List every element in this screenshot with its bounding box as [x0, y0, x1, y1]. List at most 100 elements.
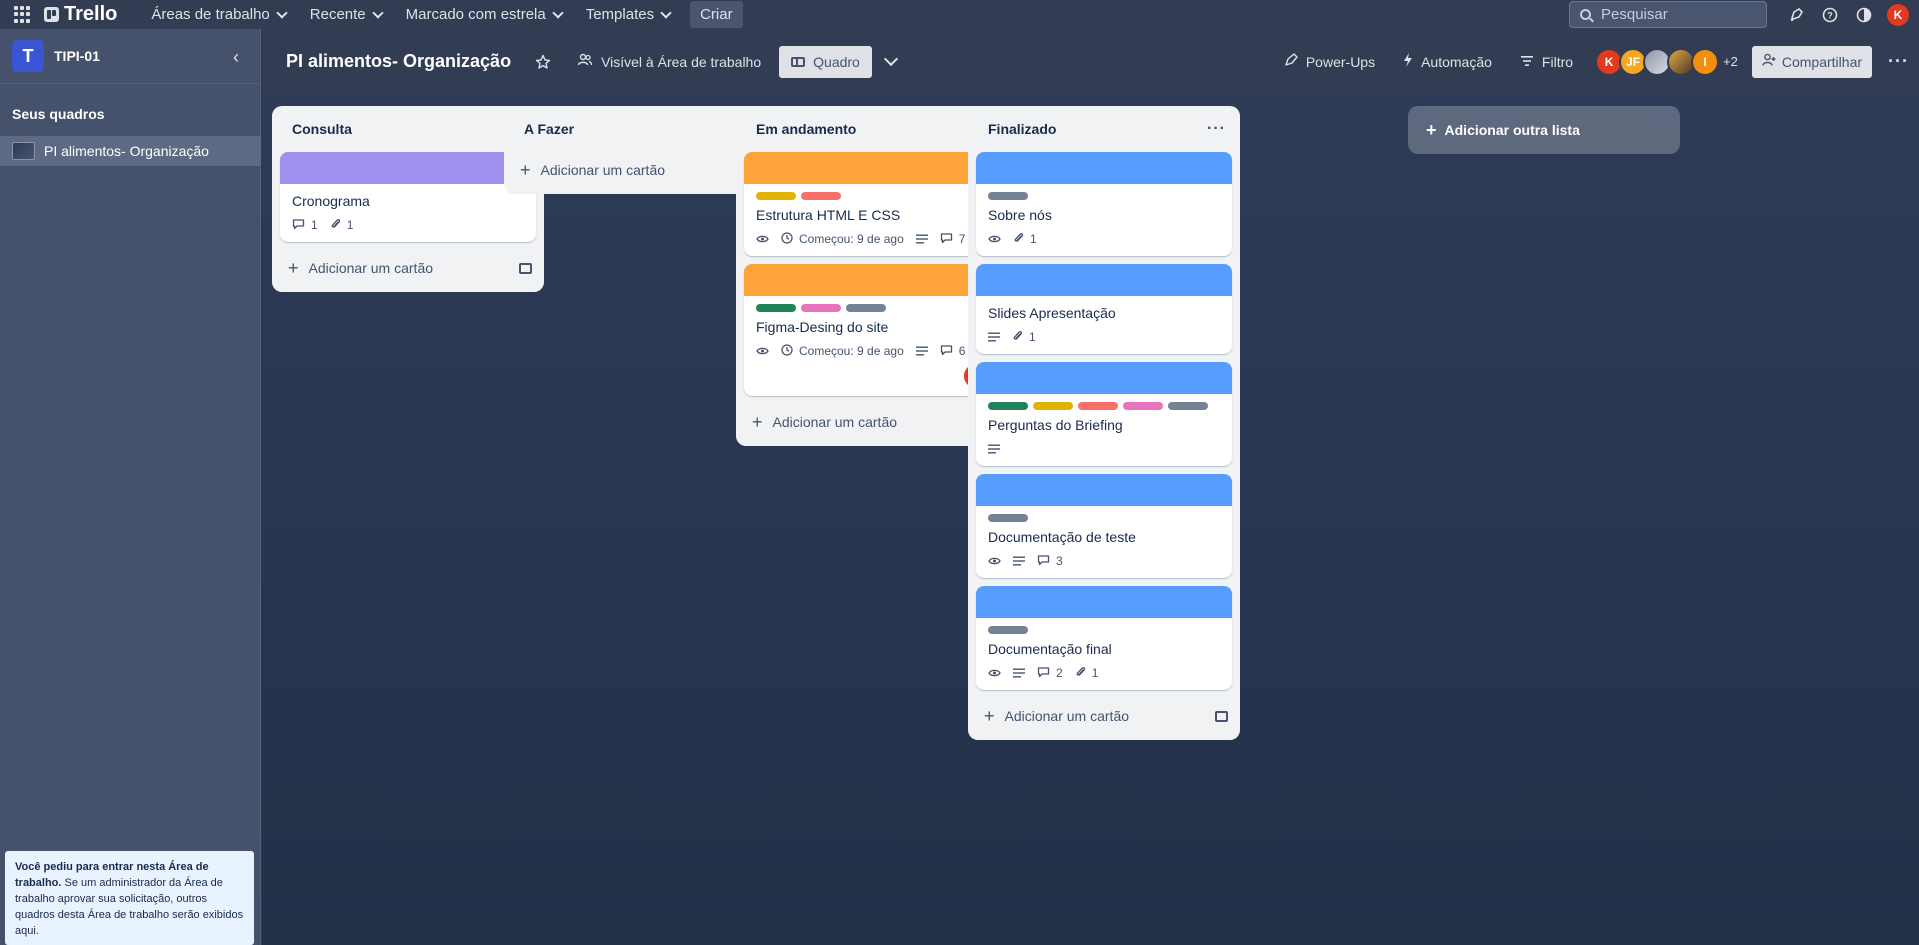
menu-label: Áreas de trabalho — [151, 6, 270, 23]
card-label[interactable] — [756, 192, 796, 200]
view-label: Quadro — [813, 53, 860, 70]
start-date-label: Começou: 9 de ago — [799, 344, 904, 358]
card[interactable]: Figma-Desing do site Começou: 9 de ago 6 K — [744, 264, 1000, 396]
card[interactable]: Sobre nós 1 — [976, 152, 1232, 256]
card-label[interactable] — [988, 192, 1028, 200]
theme-toggle-icon[interactable] — [1854, 5, 1874, 25]
card[interactable]: Perguntas do Briefing — [976, 362, 1232, 466]
list-menu-icon[interactable]: ··· — [1207, 120, 1226, 138]
card-badges: 1 — [988, 230, 1220, 248]
app-switcher-icon[interactable] — [14, 5, 32, 24]
star-icon — [535, 54, 551, 69]
star-button[interactable] — [531, 46, 555, 78]
powerups-button[interactable]: Power-Ups — [1280, 46, 1379, 78]
card[interactable]: Documentação final 2 1 — [976, 586, 1232, 690]
list-title[interactable]: A Fazer — [524, 121, 574, 137]
add-card-button[interactable]: + Adicionar um cartão — [272, 250, 544, 286]
add-card-label-wrap: + Adicionar um cartão — [520, 160, 665, 181]
more-options-icon[interactable]: ··· — [1888, 51, 1909, 72]
plus-icon: + — [752, 411, 763, 432]
search-input[interactable]: Pesquisar — [1569, 1, 1767, 28]
watch-icon — [988, 234, 1001, 244]
card-labels — [988, 402, 1220, 410]
menu-label: Recente — [309, 6, 366, 23]
list-title[interactable]: Finalizado — [988, 121, 1056, 137]
card-body: Documentação final 2 1 — [976, 618, 1232, 690]
card-badges: 11 — [292, 216, 524, 234]
attachments-count: 1 — [1091, 666, 1099, 680]
add-list-label: Adicionar outra lista — [1444, 122, 1580, 138]
card[interactable]: Slides Apresentação 1 — [976, 264, 1232, 354]
views-dropdown-icon[interactable] — [883, 51, 898, 67]
card-label[interactable] — [1168, 402, 1208, 410]
your-boards-heading: Seus quadros — [12, 106, 105, 122]
attachments-count: 1 — [346, 218, 354, 232]
menu-templates[interactable]: Templates — [574, 0, 682, 29]
card-title: Documentação final — [988, 641, 1112, 657]
help-icon[interactable]: ? — [1820, 5, 1840, 25]
more-members-count[interactable]: +2 — [1723, 54, 1738, 69]
automation-button[interactable]: Automação — [1399, 46, 1496, 78]
user-avatar[interactable]: K — [1887, 3, 1909, 26]
member-avatar[interactable]: I — [1691, 47, 1720, 76]
card[interactable]: Documentação de teste 3 — [976, 474, 1232, 578]
create-button[interactable]: Criar — [690, 1, 743, 28]
card-label[interactable] — [801, 304, 841, 312]
create-from-template-icon[interactable] — [1215, 710, 1228, 722]
search-icon — [1580, 9, 1591, 20]
card[interactable]: Estrutura HTML E CSS Começou: 9 de ago 7 — [744, 152, 1000, 256]
card-body: Estrutura HTML E CSS Começou: 9 de ago 7 — [744, 184, 1000, 256]
workspace-header: T TIPI-01 ‹ — [0, 29, 260, 84]
attachments-badge: 1 — [1075, 666, 1099, 681]
watch-icon — [756, 346, 769, 356]
menu-recent[interactable]: Recente — [298, 0, 394, 29]
card-label[interactable] — [756, 304, 796, 312]
card-cover — [744, 264, 1000, 296]
card-title: Documentação de teste — [988, 529, 1136, 545]
add-card-label: Adicionar um cartão — [308, 260, 434, 276]
menu-workspaces[interactable]: Áreas de trabalho — [139, 0, 297, 29]
filter-button[interactable]: Filtro — [1516, 46, 1577, 78]
collapse-sidebar-icon[interactable]: ‹ — [226, 47, 246, 67]
workspace-name[interactable]: TIPI-01 — [54, 48, 100, 64]
comment-icon — [1037, 554, 1050, 569]
board-title[interactable]: PI alimentos- Organização — [286, 51, 511, 72]
card-label[interactable] — [1033, 402, 1073, 410]
sidebar-item-board[interactable]: PI alimentos- Organização — [0, 136, 261, 166]
card-label[interactable] — [988, 626, 1028, 634]
comments-badge: 6 — [940, 344, 965, 359]
share-button[interactable]: Compartilhar — [1751, 45, 1873, 78]
card-body: Figma-Desing do site Começou: 9 de ago 6 K — [744, 296, 1000, 396]
top-menu: Áreas de trabalho Recente Marcado com es… — [139, 0, 682, 29]
svg-text:?: ? — [1827, 10, 1833, 20]
card-labels — [988, 192, 1220, 200]
card-label[interactable] — [846, 304, 886, 312]
list-title[interactable]: Consulta — [292, 121, 352, 137]
comments-badge: 7 — [940, 232, 965, 247]
top-navigation-bar: Trello Áreas de trabalho Recente Marcado… — [0, 0, 1919, 29]
plus-icon: + — [288, 257, 299, 278]
card-label[interactable] — [988, 514, 1028, 522]
board-header: PI alimentos- Organização Visível à Área… — [262, 29, 1919, 94]
plus-icon: + — [520, 159, 531, 180]
menu-label: Templates — [585, 6, 655, 23]
menu-starred[interactable]: Marcado com estrela — [394, 0, 574, 29]
paperclip-icon — [330, 218, 341, 233]
notifications-icon[interactable] — [1786, 5, 1806, 25]
add-person-icon — [1762, 53, 1776, 70]
card-label[interactable] — [801, 192, 841, 200]
visibility-button[interactable]: Visível à Área de trabalho — [573, 46, 765, 78]
card-cover — [744, 152, 1000, 184]
trello-mark-icon — [44, 7, 59, 22]
card-label[interactable] — [988, 402, 1028, 410]
add-card-button[interactable]: + Adicionar um cartão — [968, 698, 1240, 734]
create-from-template-icon[interactable] — [519, 262, 532, 274]
card[interactable]: Cronograma 1 1 — [280, 152, 536, 242]
workspace-logo[interactable]: T — [12, 40, 44, 72]
add-list-button[interactable]: + Adicionar outra lista — [1408, 106, 1680, 154]
list-title[interactable]: Em andamento — [756, 121, 856, 137]
view-switcher-button[interactable]: Quadro — [779, 45, 872, 78]
trello-logo[interactable]: Trello — [44, 3, 117, 26]
card-label[interactable] — [1078, 402, 1118, 410]
card-label[interactable] — [1123, 402, 1163, 410]
